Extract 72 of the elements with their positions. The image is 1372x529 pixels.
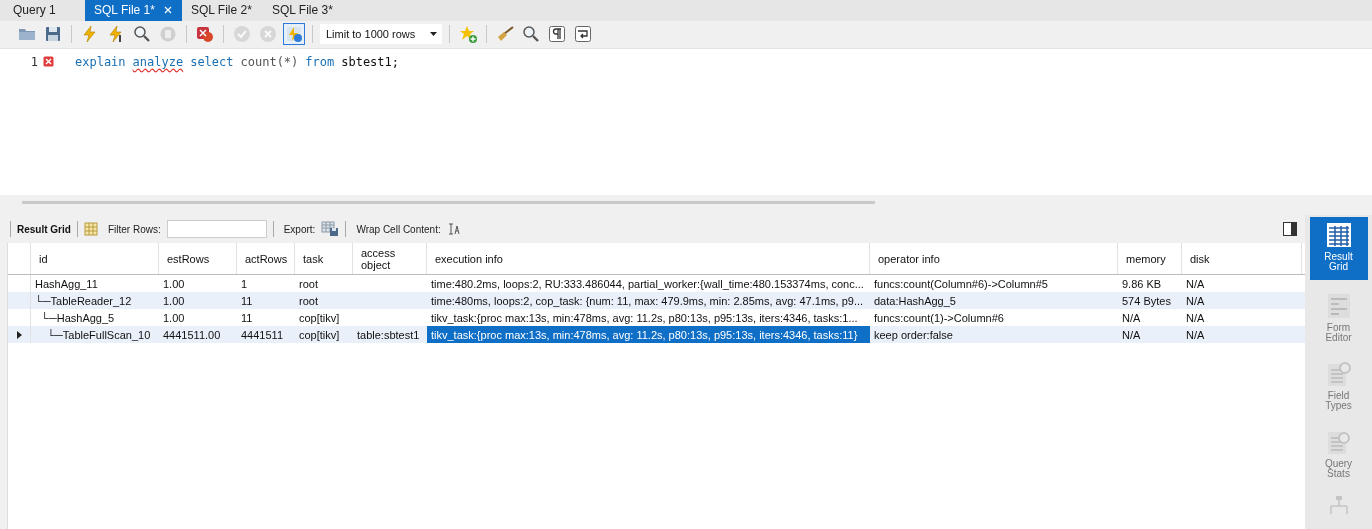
table-cell: N/A [1186, 277, 1205, 290]
table-cell: 1 [241, 277, 248, 290]
horizontal-scrollbar[interactable] [22, 201, 875, 205]
table-cell: table:sbtest1 [357, 328, 420, 341]
table-cell: cop[tikv] [299, 311, 340, 324]
current-row-icon [16, 330, 22, 339]
code-token: select [190, 54, 234, 69]
table-cell: root [299, 277, 318, 290]
table-cell: tikv_task:{proc max:13s, min:478ms, avg: 11.2s, p80:13s, p95:13s, iters:4346, tasks:11} [431, 328, 858, 341]
table-cell: 1.00 [163, 277, 185, 290]
table-cell: funcs:count(1)->Column#6 [874, 311, 1004, 324]
code-token: count(*) [240, 54, 299, 69]
code-token: analyze [132, 54, 184, 69]
close-icon[interactable] [163, 6, 172, 15]
table-cell: root [299, 294, 318, 307]
table-cell: └─TableReader_12 [35, 294, 132, 307]
panel-toggle-icon[interactable] [1283, 222, 1297, 236]
column-header[interactable]: actRows [237, 243, 295, 274]
table-cell: cop[tikv] [299, 328, 340, 341]
table-cell: 4441511 [241, 328, 283, 341]
table-cell: 4441511.00 [163, 328, 221, 341]
export-icon[interactable] [321, 221, 340, 237]
editor-tab[interactable]: Query 1 [4, 0, 85, 21]
wrap-text-icon[interactable] [446, 223, 461, 235]
table-cell: funcs:count(Column#6)->Column#5 [874, 277, 1048, 290]
table-cell: tikv_task:{proc max:13s, min:478ms, avg: 11.2s, p80:13s, p95:13s, iters:4346, tasks:1... [431, 311, 858, 324]
table-cell: N/A [1186, 328, 1205, 341]
code-token: explain [75, 54, 126, 69]
table-cell: 9.86 KB [1122, 277, 1162, 290]
limit-dropdown[interactable]: Limit to 1000 rows [320, 24, 442, 45]
column-header[interactable]: task [295, 243, 353, 274]
table-cell: time:480.2ms, loops:2, RU:333.486044, partial_worker:{wall_time:480.153374ms, conc... [431, 277, 864, 290]
table-cell: time:480ms, loops:2, cop_task: {num: 11, max: 479.9ms, min: 2.85ms, avg: 47.1ms, p9... [431, 294, 864, 307]
column-header[interactable]: id [31, 243, 159, 274]
grid-icon[interactable] [1324, 221, 1353, 249]
view-button[interactable]: Field Types [1309, 356, 1368, 416]
view-button[interactable]: Result Grid [1309, 217, 1368, 280]
caret-icon[interactable] [430, 32, 437, 37]
line-number: 1 [29, 54, 38, 69]
column-header[interactable]: operator info [870, 243, 1118, 274]
view-button[interactable]: Form Editor [1309, 288, 1368, 348]
autocommit-icon[interactable] [283, 23, 305, 46]
table-cell: 11 [241, 294, 253, 307]
column-header[interactable]: access object [353, 243, 427, 274]
table-cell-text: └─HashAgg_5 [40, 311, 115, 324]
result-grid-label: Result Grid [17, 223, 71, 235]
column-header[interactable]: disk [1182, 243, 1302, 274]
table-cell: N/A [1122, 328, 1141, 341]
table-cell: N/A [1186, 294, 1205, 307]
filter-rows-label: Filter Rows: [107, 223, 161, 235]
editor-tab[interactable]: SQL File 2* [181, 0, 263, 21]
column-header[interactable]: memory [1118, 243, 1182, 274]
filter-rows-field[interactable] [166, 220, 267, 238]
column-header[interactable]: estRows [159, 243, 237, 274]
code-token: from [305, 54, 335, 69]
code-token: sbtest1; [341, 54, 399, 69]
table-cell: data:HashAgg_5 [874, 294, 956, 307]
table-cell: 1.00 [163, 294, 185, 307]
table-cell-text: └─TableFullScan_10 [46, 328, 151, 341]
table-cell: 11 [241, 311, 253, 324]
editor-tab[interactable]: SQL File 3* [262, 0, 344, 21]
table-cell: 574 Bytes [1122, 294, 1171, 307]
view-button[interactable]: Query Stats [1309, 424, 1368, 484]
table-cell: keep order:false [874, 328, 953, 341]
export-label: Export: [283, 223, 316, 235]
table-cell: N/A [1186, 311, 1205, 324]
table-cell: 1.00 [163, 311, 185, 324]
editor-tab[interactable]: SQL File 1* [85, 0, 182, 21]
column-header[interactable]: execution info [427, 243, 870, 274]
wrap-cell-content-label: Wrap Cell Content: [356, 223, 441, 235]
table-cell: N/A [1122, 311, 1141, 324]
table-cell: HashAgg_11 [35, 277, 98, 290]
